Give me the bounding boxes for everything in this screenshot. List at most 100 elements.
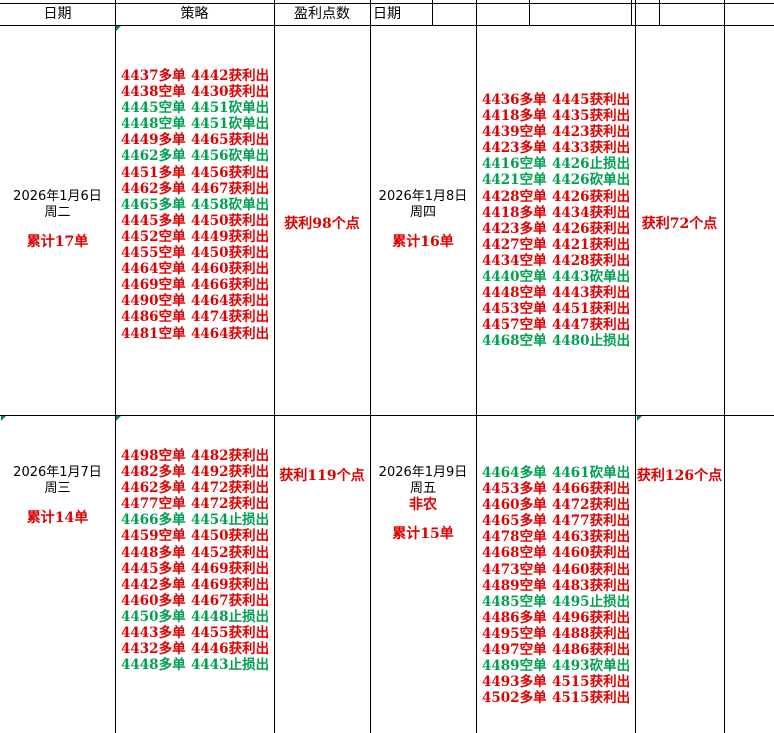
trade-exit: 4466获利出 bbox=[191, 277, 270, 294]
trade-entry: 4462多单 bbox=[121, 148, 186, 165]
trade-exit: 4433获利出 bbox=[552, 140, 631, 157]
date-cell[interactable]: 2026年1月7日 周三 累计14单 bbox=[0, 465, 115, 526]
trade-row: 4457空单 4447获利出 bbox=[482, 317, 630, 333]
trade-row: 4469空单 4466获利出 bbox=[121, 277, 269, 293]
trade-exit: 4492获利出 bbox=[191, 464, 270, 481]
trade-exit: 4464获利出 bbox=[191, 325, 270, 342]
date-text: 2026年1月6日 bbox=[13, 189, 102, 204]
header-profit-points[interactable]: 盈利点数 bbox=[274, 4, 370, 24]
trade-exit: 4483获利出 bbox=[552, 577, 631, 594]
profit-summary[interactable]: 获利98个点 bbox=[274, 213, 370, 233]
trade-entry: 4423多单 bbox=[482, 220, 547, 237]
trade-exit: 4454止损出 bbox=[191, 512, 270, 529]
grid-line bbox=[274, 0, 275, 733]
trade-entry: 4451多单 bbox=[121, 164, 186, 181]
trade-entry: 4498空单 bbox=[121, 448, 186, 464]
trade-exit: 4482获利出 bbox=[191, 448, 270, 464]
trade-row: 4482多单 4492获利出 bbox=[121, 464, 269, 480]
trade-row: 4468空单 4480止损出 bbox=[482, 333, 630, 349]
order-count: 累计16单 bbox=[392, 234, 454, 250]
trade-entry: 4462多单 bbox=[121, 480, 186, 497]
trade-entry: 4466多单 bbox=[121, 512, 186, 529]
trade-row: 4465多单 4477获利出 bbox=[482, 513, 630, 529]
cell-marker bbox=[116, 26, 121, 31]
trade-exit: 4448止损出 bbox=[191, 608, 270, 625]
trade-row: 4459空单 4450获利出 bbox=[121, 528, 269, 544]
weekday-text: 周二 bbox=[44, 205, 71, 220]
trade-exit: 4495止损出 bbox=[552, 593, 631, 610]
trade-entry: 4489空单 bbox=[482, 577, 547, 594]
trade-row: 4440空单 4443砍单出 bbox=[482, 269, 630, 285]
trade-entry: 4497空单 bbox=[482, 642, 547, 659]
trade-exit: 4486获利出 bbox=[552, 642, 631, 659]
trade-entry: 4485空单 bbox=[482, 593, 547, 610]
trade-entry: 4460多单 bbox=[121, 592, 186, 609]
trade-exit: 4443获利出 bbox=[552, 285, 631, 302]
trade-row: 4486多单 4496获利出 bbox=[482, 610, 630, 626]
trade-exit: 4464获利出 bbox=[191, 293, 270, 310]
profit-summary[interactable]: 获利119个点 bbox=[274, 465, 370, 485]
grid-line bbox=[370, 0, 371, 733]
trade-entry: 4421空单 bbox=[482, 172, 547, 189]
trade-row: 4416空单 4426止损出 bbox=[482, 156, 630, 172]
trade-entry: 4486空单 bbox=[121, 309, 186, 326]
header-date-2[interactable]: 日期 bbox=[373, 4, 401, 24]
trade-exit: 4447获利出 bbox=[552, 317, 631, 334]
cell-marker bbox=[637, 416, 642, 421]
trade-exit: 4434获利出 bbox=[552, 204, 631, 221]
profit-summary[interactable]: 获利72个点 bbox=[635, 213, 724, 233]
trade-row: 4473空单 4460获利出 bbox=[482, 562, 630, 578]
trade-exit: 4472获利出 bbox=[552, 497, 631, 514]
trade-row: 4442多单 4469获利出 bbox=[121, 577, 269, 593]
trade-entry: 4464空单 bbox=[121, 261, 186, 278]
trade-row: 4462多单 4456砍单出 bbox=[121, 148, 269, 164]
trade-entry: 4481空单 bbox=[121, 325, 186, 342]
trade-exit: 4428获利出 bbox=[552, 252, 631, 269]
trade-exit: 4456获利出 bbox=[191, 164, 270, 181]
trade-entry: 4432多单 bbox=[121, 641, 186, 658]
header-strategy[interactable]: 策略 bbox=[115, 4, 274, 24]
trade-row: 4448空单 4451砍单出 bbox=[121, 116, 269, 132]
grid-line bbox=[115, 0, 116, 733]
trade-entry: 4442多单 bbox=[121, 576, 186, 593]
trade-list[interactable]: 4437多单 4442获利出 4438空单 4430获利出 4445空单 4451砍单出 4… bbox=[121, 68, 269, 342]
trade-entry: 4439空单 bbox=[482, 124, 547, 141]
trade-entry: 4448空单 bbox=[121, 116, 186, 133]
grid-line bbox=[724, 0, 725, 733]
trade-exit: 4451获利出 bbox=[552, 301, 631, 318]
date-cell[interactable]: 2026年1月9日 周五 非农 累计15单 bbox=[370, 465, 476, 542]
weekday-text: 周四 bbox=[409, 205, 436, 220]
trade-exit: 4465获利出 bbox=[191, 132, 270, 149]
order-count: 累计17单 bbox=[26, 234, 89, 250]
trade-list[interactable]: 4436多单 4445获利出 4418多单 4435获利出 4439空单 4423获利出 4… bbox=[482, 92, 630, 350]
trade-row: 4455空单 4450获利出 bbox=[121, 245, 269, 261]
trade-row: 4418多单 4435获利出 bbox=[482, 108, 630, 124]
trade-row: 4450多单 4448止损出 bbox=[121, 609, 269, 625]
trade-row: 4421空单 4426砍单出 bbox=[482, 172, 630, 188]
header-date[interactable]: 日期 bbox=[0, 4, 115, 24]
trade-exit: 4477获利出 bbox=[552, 513, 631, 530]
date-cell[interactable]: 2026年1月8日 周四 累计16单 bbox=[370, 189, 476, 250]
trade-row: 4439空单 4423获利出 bbox=[482, 124, 630, 140]
trade-entry: 4495空单 bbox=[482, 625, 547, 642]
trade-exit: 4451砍单出 bbox=[191, 116, 270, 133]
date-cell[interactable]: 2026年1月6日 周二 累计17单 bbox=[0, 189, 115, 250]
trade-row: 4495空单 4488获利出 bbox=[482, 626, 630, 642]
weekday-text: 周五 bbox=[409, 481, 436, 496]
trade-entry: 4450多单 bbox=[121, 608, 186, 625]
trade-list[interactable]: 4464多单 4461砍单出 4453多单 4466获利出 4460多单 4472获利出 4… bbox=[482, 465, 630, 706]
trade-row: 4466多单 4454止损出 bbox=[121, 512, 269, 528]
trade-row: 4462多单 4472获利出 bbox=[121, 480, 269, 496]
profit-summary[interactable]: 获利126个点 bbox=[635, 465, 724, 485]
trade-row: 4453多单 4466获利出 bbox=[482, 481, 630, 497]
trade-entry: 4438空单 bbox=[121, 84, 186, 101]
trade-entry: 4416空单 bbox=[482, 156, 547, 173]
trade-row: 4462多单 4467获利出 bbox=[121, 181, 269, 197]
trade-entry: 4448多单 bbox=[121, 657, 186, 674]
trade-row: 4453空单 4451获利出 bbox=[482, 301, 630, 317]
trade-row: 4448空单 4443获利出 bbox=[482, 285, 630, 301]
trade-row: 4464空单 4460获利出 bbox=[121, 261, 269, 277]
trade-list[interactable]: 4498空单 4482获利出 4482多单 4492获利出 4462多单 4472获利出 4… bbox=[121, 448, 269, 673]
trade-row: 4490空单 4464获利出 bbox=[121, 293, 269, 309]
trade-exit: 4426获利出 bbox=[552, 188, 631, 205]
